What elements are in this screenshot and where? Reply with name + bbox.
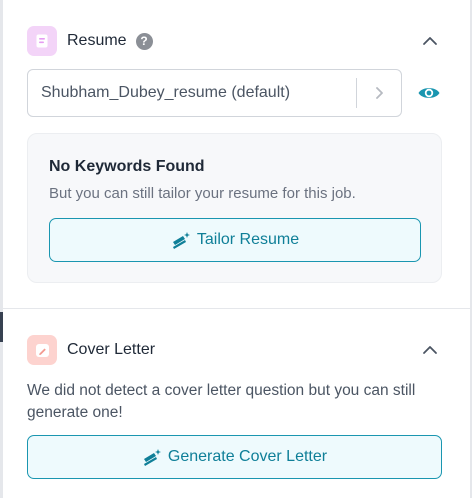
tailor-resume-button[interactable]: Tailor Resume [49, 218, 421, 262]
no-keywords-card: No Keywords Found But you can still tail… [27, 133, 442, 283]
resume-section-title: Resume [67, 32, 127, 49]
cover-section-header: Cover Letter [27, 335, 442, 365]
left-border [0, 0, 3, 312]
generate-cover-letter-button[interactable]: Generate Cover Letter [27, 435, 442, 479]
no-keywords-text: But you can still tailor your resume for… [49, 185, 356, 202]
section-divider [3, 308, 470, 309]
cover-section-title: Cover Letter [67, 341, 156, 358]
resume-select[interactable]: Shubham_Dubey_resume (default) [27, 69, 402, 117]
sidebar-panel: Resume ? Shubham_Dubey_resume (default) … [0, 0, 472, 498]
cover-letter-description: We did not detect a cover letter questio… [27, 382, 416, 421]
eye-icon [418, 88, 440, 98]
generate-cover-letter-label: Generate Cover Letter [167, 448, 328, 465]
no-keywords-title: No Keywords Found [49, 158, 205, 175]
chevron-right-icon[interactable] [357, 86, 401, 100]
magic-wand-icon [171, 231, 191, 249]
chevron-up-icon [423, 346, 437, 354]
resume-select-value: Shubham_Dubey_resume (default) [41, 84, 291, 101]
tailor-resume-label: Tailor Resume [196, 231, 300, 248]
chevron-up-icon [423, 37, 437, 45]
help-icon[interactable]: ? [135, 32, 153, 50]
collapse-resume-button[interactable] [418, 29, 442, 53]
edit-document-icon [27, 335, 57, 365]
preview-resume-button[interactable] [416, 81, 442, 105]
left-border-highlight [0, 312, 3, 342]
document-icon [27, 26, 57, 56]
resume-section-header: Resume ? [27, 26, 442, 56]
magic-wand-icon [142, 448, 162, 466]
left-border [0, 342, 3, 498]
collapse-cover-button[interactable] [418, 338, 442, 362]
